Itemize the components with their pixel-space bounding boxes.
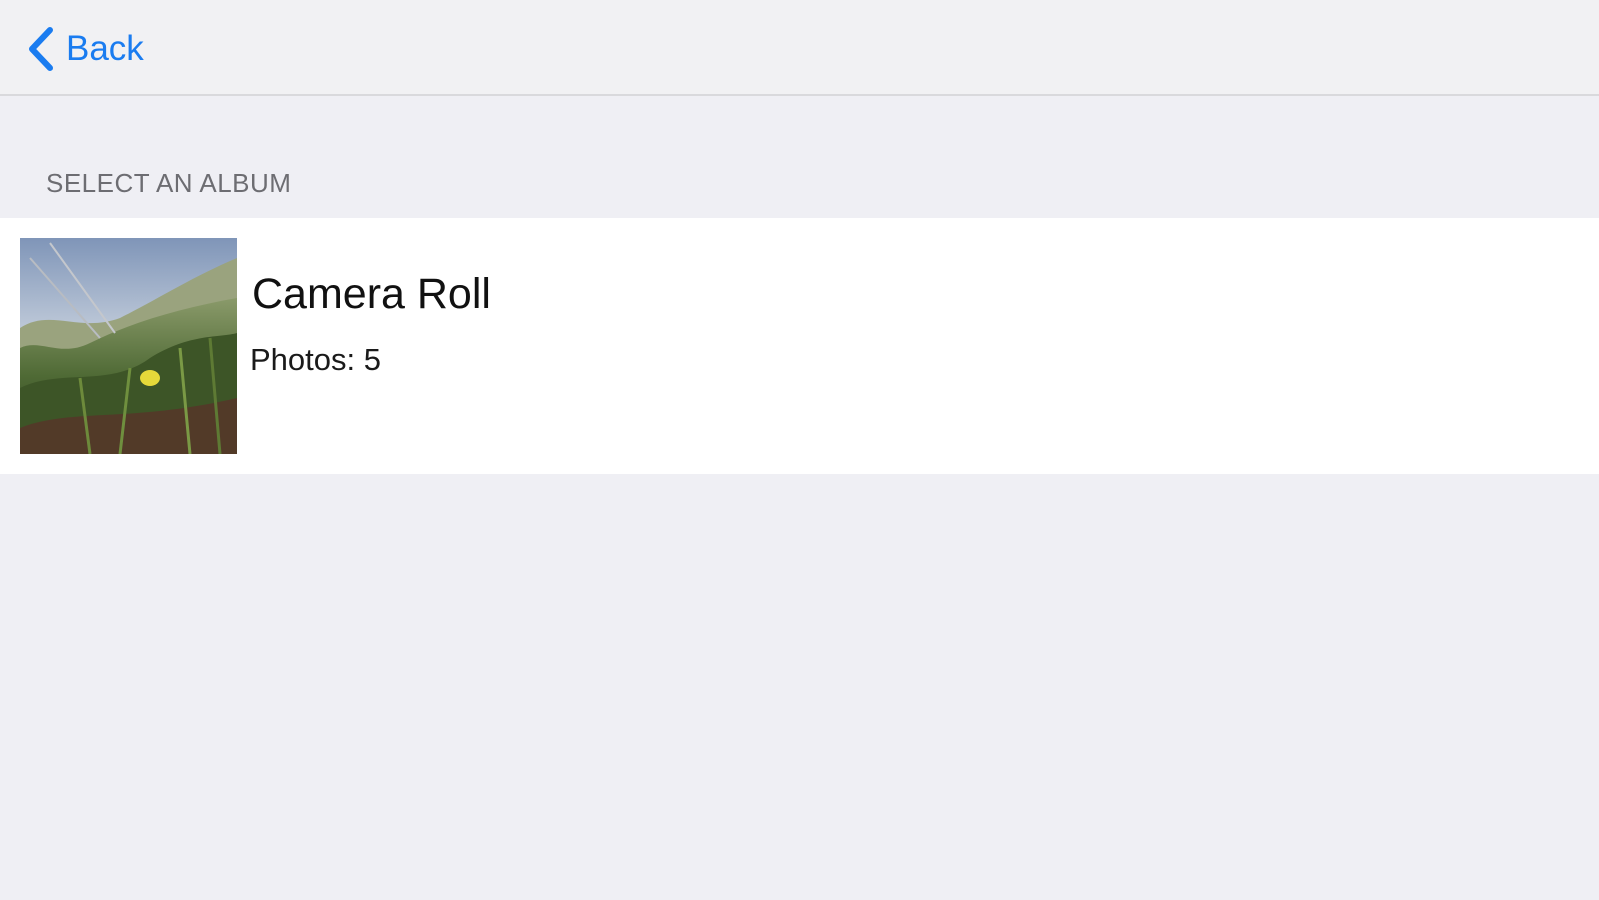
- section-header: SELECT AN ALBUM: [46, 168, 292, 198]
- album-title: Camera Roll: [252, 270, 491, 318]
- album-thumbnail: [20, 238, 237, 454]
- album-row-camera-roll[interactable]: Camera Roll Photos: 5: [0, 218, 1599, 474]
- navigation-bar: Back: [0, 0, 1599, 96]
- back-label: Back: [66, 29, 144, 68]
- chevron-left-icon: [29, 27, 53, 71]
- back-button[interactable]: Back: [26, 24, 144, 74]
- album-list: Camera Roll Photos: 5: [0, 218, 1599, 474]
- album-photo-count: Photos: 5: [250, 342, 381, 377]
